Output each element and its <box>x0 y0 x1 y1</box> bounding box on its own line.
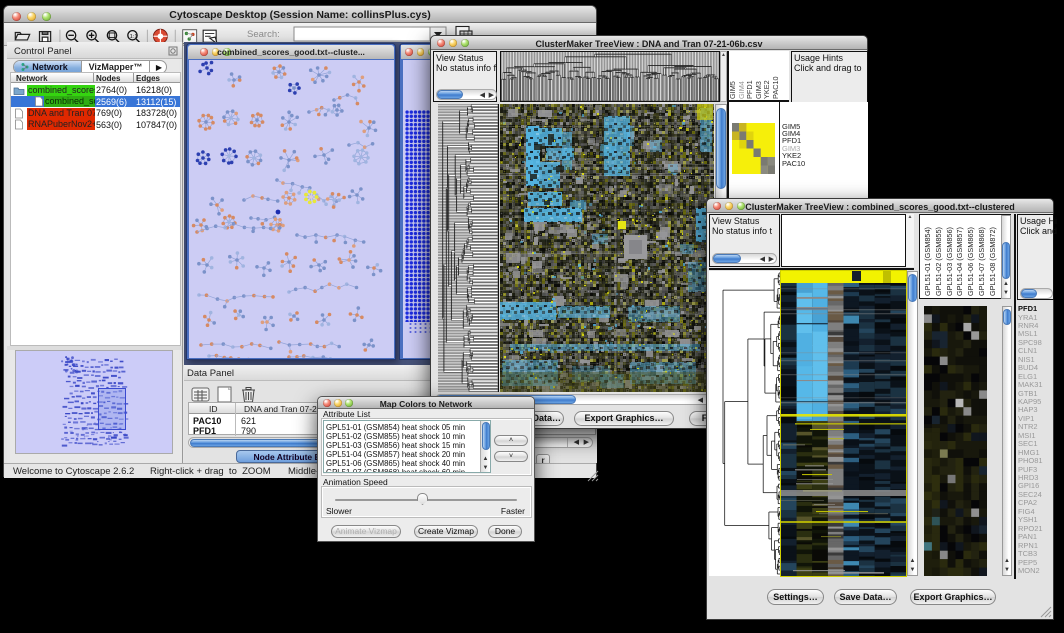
svg-text:Search:: Search: <box>247 29 280 40</box>
svg-text:1:1: 1:1 <box>130 34 138 40</box>
